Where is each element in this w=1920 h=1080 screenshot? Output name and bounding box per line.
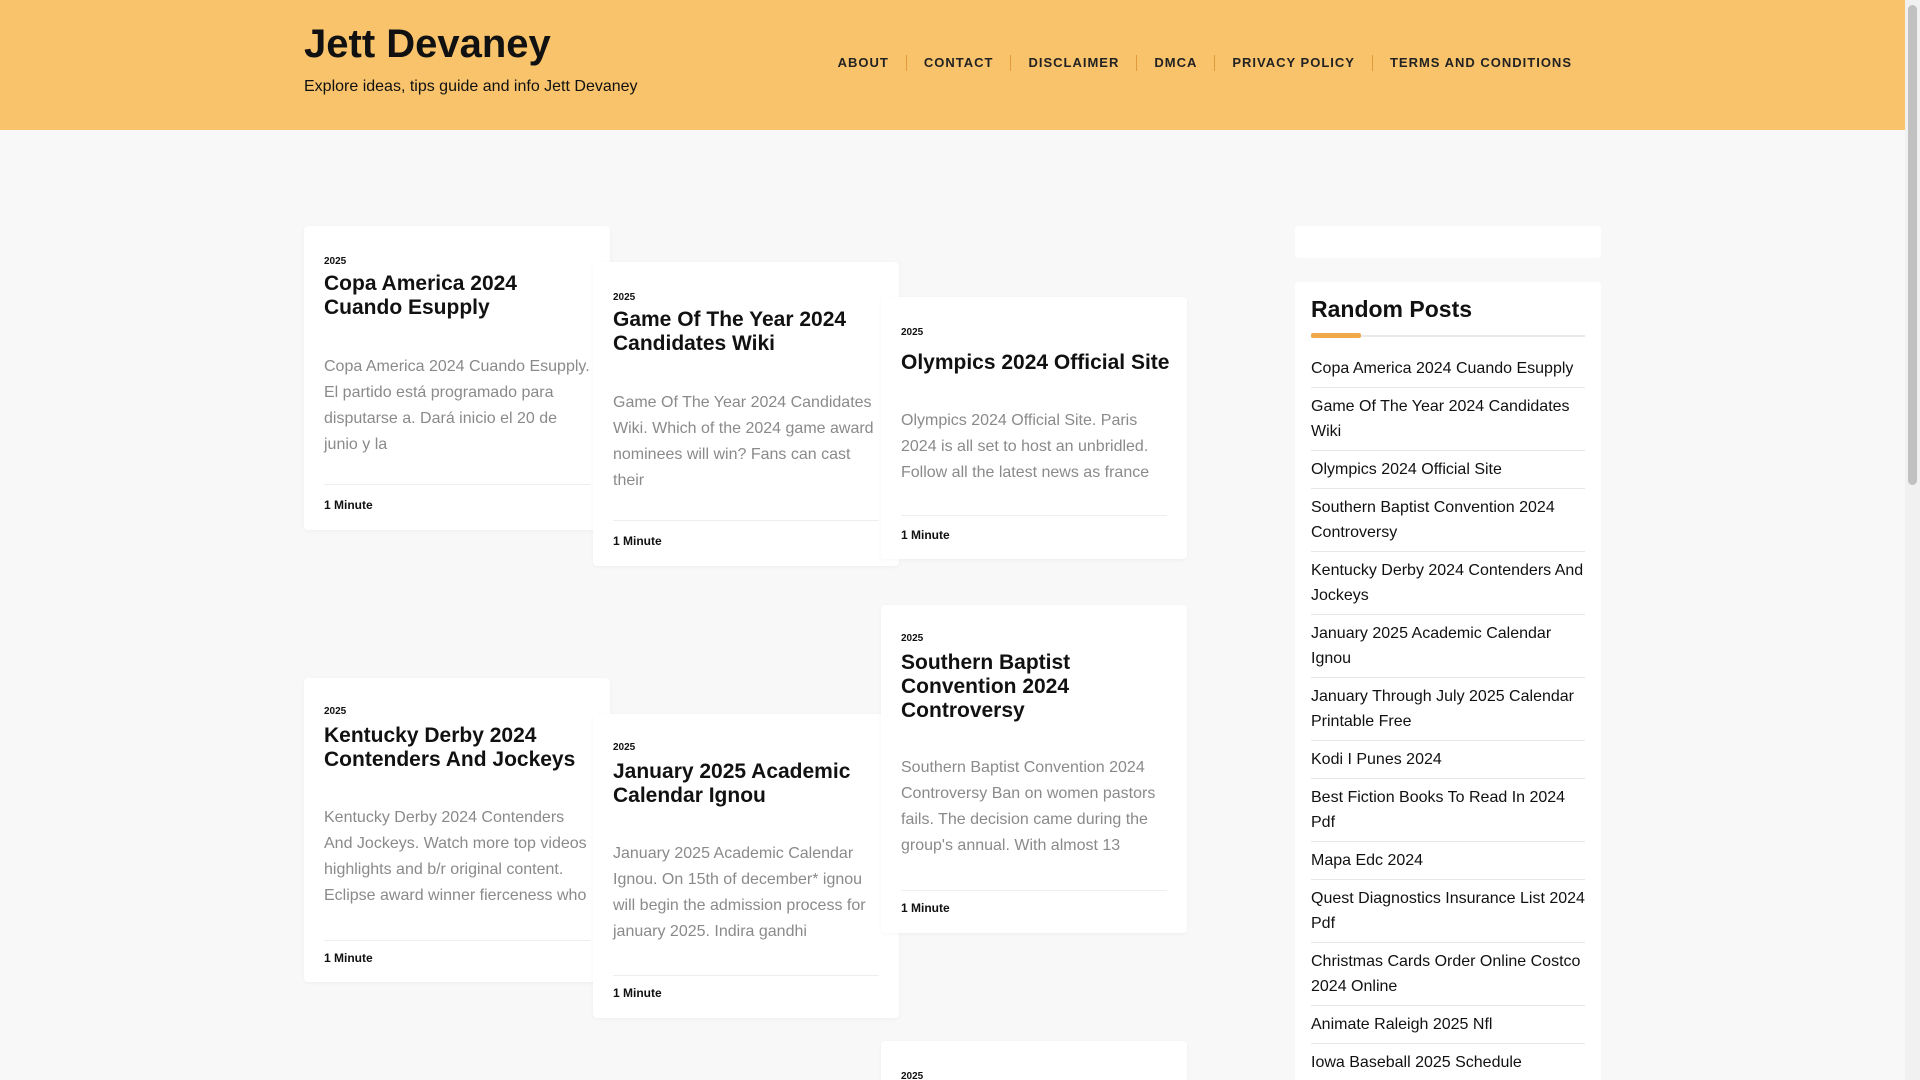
random-post-link[interactable]: Copa America 2024 Cuando Esupply [1311, 350, 1585, 388]
random-post-link[interactable]: Christmas Cards Order Online Costco 2024… [1311, 943, 1585, 1006]
random-post-link[interactable]: Game Of The Year 2024 Candidates Wiki [1311, 388, 1585, 451]
post-title[interactable]: Copa America 2024 Cuando Esupply [324, 272, 594, 320]
random-post-link[interactable]: Southern Baptist Convention 2024 Controv… [1311, 489, 1585, 552]
nav-about[interactable]: ABOUT [821, 55, 906, 71]
sidebar-widget-empty [1295, 226, 1601, 258]
branding: Jett Devaney Explore ideas, tips guide a… [304, 22, 638, 96]
reading-time: 1 Minute [324, 498, 373, 512]
post-excerpt: Copa America 2024 Cuando Esupply. El par… [324, 358, 590, 453]
reading-time: 1 Minute [901, 901, 950, 915]
post-category[interactable]: 2025 [324, 256, 346, 267]
nav-privacy-policy[interactable]: PRIVACY POLICY [1214, 55, 1372, 71]
post-card: 2025 Kentucky Derby 2024 Contenders And … [304, 678, 610, 982]
random-post-link[interactable]: Mapa Edc 2024 [1311, 842, 1585, 880]
widget-title: Random Posts [1311, 296, 1473, 322]
reading-time: 1 Minute [901, 528, 950, 542]
post-excerpt: Southern Baptist Convention 2024 Controv… [901, 759, 1156, 854]
random-post-link[interactable]: Quest Diagnostics Insurance List 2024 Pd… [1311, 880, 1585, 943]
random-post-link[interactable]: Animate Raleigh 2025 Nfl [1311, 1006, 1585, 1044]
random-posts-widget: Random Posts Copa America 2024 Cuando Es… [1295, 282, 1601, 1080]
divider [901, 515, 1167, 516]
nav-terms-and-conditions[interactable]: TERMS AND CONDITIONS [1371, 55, 1589, 71]
post-card: 2025 Game Of The Year 2024 Candidates Wi… [593, 262, 899, 566]
site-title[interactable]: Jett Devaney [304, 22, 638, 66]
post-title[interactable]: Game Of The Year 2024 Candidates Wiki [613, 308, 883, 356]
nav-disclaimer[interactable]: DISCLAIMER [1010, 55, 1136, 71]
main-nav: ABOUT CONTACT DISCLAIMER DMCA PRIVACY PO… [821, 55, 1589, 71]
post-excerpt: Game Of The Year 2024 Candidates Wiki. W… [613, 394, 874, 489]
divider [613, 975, 879, 976]
random-post-link[interactable]: Kodi I Punes 2024 [1311, 741, 1585, 779]
post-card: 2025 Southern Baptist Convention 2024 Co… [881, 605, 1187, 933]
random-post-link[interactable]: Best Fiction Books To Read In 2024 Pdf [1311, 779, 1585, 842]
divider [324, 484, 590, 485]
post-category[interactable]: 2025 [901, 327, 923, 338]
scrollbar-thumb[interactable] [1908, 5, 1917, 485]
post-excerpt: Kentucky Derby 2024 Contenders And Jocke… [324, 809, 587, 904]
nav-contact[interactable]: CONTACT [905, 55, 1011, 71]
post-title[interactable]: Olympics 2024 Official Site [901, 351, 1171, 375]
divider [613, 520, 879, 521]
post-card: 2025 Copa America 2024 Cuando Esupply Co… [304, 226, 610, 530]
post-category[interactable]: 2025 [613, 292, 635, 303]
random-post-link[interactable]: January Through July 2025 Calendar Print… [1311, 678, 1585, 741]
title-accent [1311, 333, 1361, 338]
post-title[interactable]: Kentucky Derby 2024 Contenders And Jocke… [324, 724, 594, 772]
random-post-link[interactable]: January 2025 Academic Calendar Ignou [1311, 615, 1585, 678]
nav-dmca[interactable]: DMCA [1136, 55, 1214, 71]
reading-time: 1 Minute [613, 534, 662, 548]
post-category[interactable]: 2025 [613, 742, 635, 753]
post-category[interactable]: 2025 [901, 633, 923, 644]
divider [324, 940, 590, 941]
site-header: Jett Devaney Explore ideas, tips guide a… [0, 0, 1905, 130]
random-posts-list: Copa America 2024 Cuando Esupply Game Of… [1311, 350, 1585, 1080]
reading-time: 1 Minute [613, 986, 662, 1000]
site-description: Explore ideas, tips guide and info Jett … [304, 78, 638, 95]
post-card: 2025 Olympics 2024 Official Site Olympic… [881, 297, 1187, 559]
reading-time: 1 Minute [324, 951, 373, 965]
random-post-link[interactable]: Olympics 2024 Official Site [1311, 451, 1585, 489]
post-category[interactable]: 2025 [324, 706, 346, 717]
post-category[interactable]: 2025 [901, 1071, 923, 1080]
post-title[interactable]: Southern Baptist Convention 2024 Controv… [901, 651, 1171, 723]
post-title[interactable]: January 2025 Academic Calendar Ignou [613, 760, 883, 808]
divider [901, 890, 1167, 891]
post-excerpt: Olympics 2024 Official Site. Paris 2024 … [901, 412, 1150, 481]
page-scrollbar[interactable] [1905, 0, 1920, 1080]
post-excerpt: January 2025 Academic Calendar Ignou. On… [613, 845, 866, 940]
random-post-link[interactable]: Kentucky Derby 2024 Contenders And Jocke… [1311, 552, 1585, 615]
post-card: 2025 January 2025 Academic Calendar Igno… [593, 714, 899, 1018]
random-post-link[interactable]: Iowa Baseball 2025 Schedule Printable [1311, 1044, 1585, 1080]
post-card: 2025 [881, 1041, 1187, 1080]
